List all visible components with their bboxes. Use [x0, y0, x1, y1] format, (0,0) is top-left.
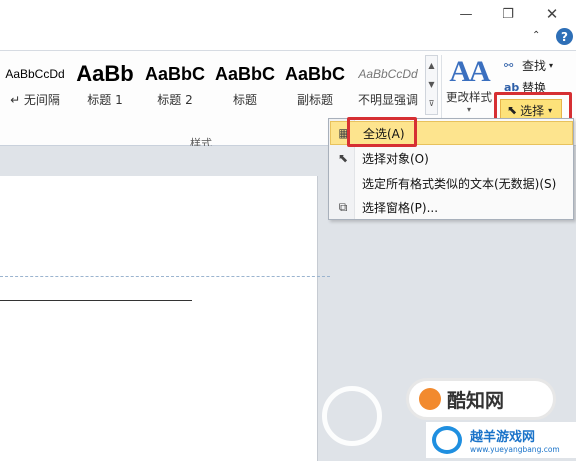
close-icon[interactable]: ✕: [540, 4, 564, 24]
find-label: 查找: [522, 58, 547, 73]
watermark-logo-icon: [322, 386, 382, 446]
style-sample: AaBbC: [284, 63, 345, 84]
gallery-scrollbar[interactable]: ▲ ▼ ⊽: [425, 55, 438, 115]
menu-item-select-objects[interactable]: ⬉ 选择对象(O): [330, 146, 573, 170]
menu-item-selection-pane[interactable]: ⧉ 选择窗格(P)...: [330, 195, 573, 219]
menu-item-label: 选定所有格式类似的文本(无数据)(S): [362, 176, 557, 191]
watermark: 酷知网 越羊游戏网 www.yueyangbang.com: [322, 370, 576, 461]
ribbon-collapse-icon[interactable]: ⌃: [532, 30, 540, 41]
style-subtle-emphasis[interactable]: AaBbCcDd 不明显强调: [352, 57, 424, 117]
watermark-badge-text: 酷知网: [447, 389, 505, 412]
watermark-site-name: 越羊游戏网: [470, 430, 536, 445]
pointer-icon: ⬉: [337, 151, 349, 165]
watermark-badge: 酷知网: [406, 378, 556, 420]
change-styles-label: 更改样式: [446, 90, 492, 104]
style-name: ↵ 无间隔: [10, 93, 60, 107]
scroll-down-icon[interactable]: ▼: [426, 75, 437, 94]
style-sample: AaBbCcDd: [358, 67, 418, 81]
watermark-site-url: www.yueyangbang.com: [470, 445, 560, 454]
change-styles-icon: AA: [449, 55, 490, 88]
text-underline: [0, 300, 192, 301]
help-icon[interactable]: ?: [556, 28, 573, 45]
highlight-select-all: [347, 117, 417, 147]
selection-pane-icon: ⧉: [338, 199, 348, 214]
style-name: 标题: [232, 93, 257, 107]
page-boundary-line: [0, 276, 330, 277]
binoculars-icon: ⚯: [504, 58, 514, 72]
document-page[interactable]: [0, 176, 318, 461]
scroll-up-icon[interactable]: ▲: [426, 56, 437, 75]
menu-item-label: 选择对象(O): [362, 151, 429, 166]
find-button[interactable]: ⚯ 查找 ▾: [504, 55, 553, 75]
style-name: 标题 1: [87, 93, 123, 107]
menu-item-select-similar[interactable]: 选定所有格式类似的文本(无数据)(S): [330, 171, 573, 195]
style-sample: AaBbC: [144, 63, 205, 84]
style-no-spacing[interactable]: AaBbCcDd ↵ 无间隔: [0, 57, 70, 117]
style-sample: AaBbCcDd: [5, 67, 65, 81]
style-title[interactable]: AaBbC 标题: [212, 57, 278, 117]
style-heading-1[interactable]: AaBb 标题 1: [72, 57, 138, 117]
style-subtitle[interactable]: AaBbC 副标题: [282, 57, 348, 117]
style-name: 副标题: [296, 93, 333, 107]
watermark-site: 越羊游戏网 www.yueyangbang.com: [426, 422, 576, 458]
style-sample: AaBb: [76, 61, 134, 86]
chevron-down-icon: ▾: [466, 105, 471, 114]
minimize-icon[interactable]: —: [454, 4, 478, 24]
menu-item-label: 选择窗格(P)...: [362, 200, 439, 215]
styles-gallery: AaBbCcDd ↵ 无间隔 AaBb 标题 1 AaBbC 标题 2 AaBb…: [0, 57, 440, 117]
chevron-down-icon: ▾: [549, 60, 554, 70]
watermark-dot-icon: [419, 388, 441, 410]
title-bar: — ❐ ✕: [0, 0, 576, 28]
style-name: 不明显强调: [357, 93, 418, 107]
restore-icon[interactable]: ❐: [496, 4, 520, 24]
gallery-more-icon[interactable]: ⊽: [426, 94, 437, 113]
style-name: 标题 2: [157, 93, 193, 107]
style-heading-2[interactable]: AaBbC 标题 2: [142, 57, 208, 117]
site-logo-icon: [432, 426, 462, 454]
change-styles-button[interactable]: AA 更改样式 ▾: [444, 55, 494, 125]
style-sample: AaBbC: [214, 63, 275, 84]
